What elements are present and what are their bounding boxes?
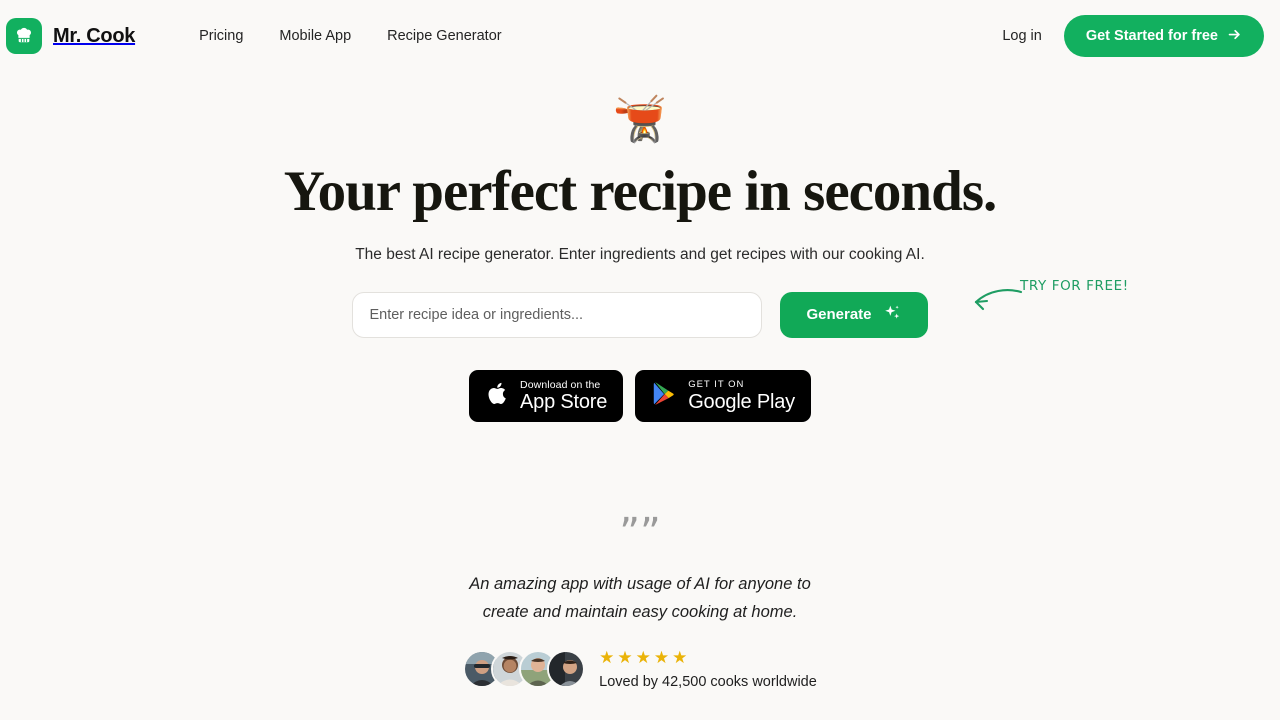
loved-by-text: Loved by 42,500 cooks worldwide	[599, 673, 817, 690]
rating-block: ★★★★★ Loved by 42,500 cooks worldwide	[599, 648, 817, 690]
search-row: Generate	[0, 291, 1280, 338]
login-link[interactable]: Log in	[1002, 28, 1042, 44]
nav-item-pricing[interactable]: Pricing	[199, 28, 243, 44]
avatar-group	[463, 649, 586, 688]
get-started-label: Get Started for free	[1085, 28, 1218, 44]
app-store-badges: Download on the App Store GET IT ON Goog…	[0, 369, 1280, 422]
app-store-text: Download on the App Store	[520, 379, 607, 413]
sparkle-icon	[882, 303, 902, 327]
get-started-button[interactable]: Get Started for free	[1063, 15, 1264, 57]
google-play-icon	[651, 379, 678, 413]
main-nav: Pricing Mobile App Recipe Generator	[199, 28, 502, 44]
page-title: Your perfect recipe in seconds.	[283, 160, 998, 223]
social-proof: ★★★★★ Loved by 42,500 cooks worldwide	[0, 648, 1280, 690]
apple-logo-icon	[485, 379, 510, 413]
app-store-small-text: Download on the	[520, 378, 601, 391]
google-play-big-text: Google Play	[688, 390, 795, 413]
recipe-search-input[interactable]	[352, 291, 763, 338]
generate-label: Generate	[806, 306, 872, 324]
arrow-right-icon	[1227, 27, 1242, 46]
google-play-badge[interactable]: GET IT ON Google Play	[635, 369, 811, 422]
app-store-badge[interactable]: Download on the App Store	[469, 369, 624, 422]
nav-item-mobile-app[interactable]: Mobile App	[279, 28, 351, 44]
star-rating: ★★★★★	[599, 647, 691, 667]
google-play-small-text: GET IT ON	[688, 378, 745, 390]
quote-mark-icon: ””	[619, 509, 661, 556]
nav-item-recipe-generator[interactable]: Recipe Generator	[387, 28, 501, 44]
site-header: Mr. Cook Pricing Mobile App Recipe Gener…	[0, 0, 1280, 72]
header-actions: Log in Get Started for free	[1002, 15, 1264, 57]
brand-logo-link[interactable]: Mr. Cook	[6, 18, 135, 54]
testimonial-section: ”” An amazing app with usage of AI for a…	[0, 509, 1280, 690]
search-area: Generate TRY FOR FREE!	[0, 278, 1280, 344]
brand-name: Mr. Cook	[53, 24, 136, 47]
hero-section: 🫕 Your perfect recipe in seconds. The be…	[0, 72, 1280, 422]
google-play-text: GET IT ON Google Play	[688, 379, 795, 413]
generate-button[interactable]: Generate	[780, 291, 928, 338]
avatar	[547, 649, 586, 688]
testimonial-quote-line-2: create and maintain easy cooking at home…	[482, 602, 798, 621]
fondue-pot-emoji: 🫕	[612, 95, 668, 144]
testimonial-quote: An amazing app with usage of AI for anyo…	[0, 570, 1280, 626]
hero-subtitle: The best AI recipe generator. Enter ingr…	[355, 245, 925, 263]
testimonial-quote-line-1: An amazing app with usage of AI for anyo…	[469, 574, 811, 593]
chef-hat-icon	[6, 18, 42, 54]
app-store-big-text: App Store	[520, 390, 608, 413]
